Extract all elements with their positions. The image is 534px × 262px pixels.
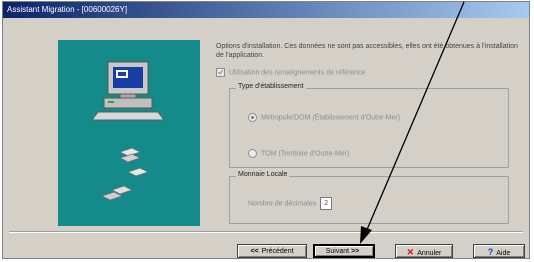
- cancel-label: Annuler: [417, 250, 442, 257]
- migration-assistant-window: Assistant Migration - [00600026Y] Option…: [2, 1, 530, 259]
- next-button[interactable]: Suivant >>: [313, 244, 375, 258]
- local-currency-group: Monnaie Locale Nombre de décimales 2: [229, 171, 509, 224]
- establishment-type-title: Type d'établissement: [236, 83, 306, 90]
- window-title: Assistant Migration - [00600026Y]: [3, 2, 529, 18]
- radio-metropole[interactable]: [248, 113, 257, 122]
- reference-data-checkbox-label: Utilisation des renseignements de référe…: [229, 69, 366, 77]
- radio-metropole-row[interactable]: Métropole/DOM (Établissement d'Outre-Mer…: [248, 113, 400, 122]
- establishment-type-group: Type d'établissement Métropole/DOM (Étab…: [229, 83, 509, 168]
- computer-migration-illustration: [58, 40, 200, 226]
- radio-tom-row[interactable]: TOM (Territoire d'Outre-Mer): [248, 149, 349, 158]
- next-label: Suivant: [325, 248, 350, 255]
- previous-button[interactable]: << Précédent: [237, 244, 307, 258]
- decimals-label: Nombre de décimales: [248, 200, 317, 208]
- help-label: Aide: [496, 250, 511, 257]
- transfer-arrows-icon: [100, 147, 150, 201]
- radio-tom-label: TOM (Territoire d'Outre-Mer): [261, 150, 350, 158]
- cancel-button[interactable]: ✕ Annuler: [395, 244, 453, 258]
- help-button[interactable]: ? Aide: [473, 244, 525, 258]
- previous-label: Précédent: [261, 248, 294, 255]
- decimals-row: Nombre de décimales 2: [248, 197, 333, 210]
- next-icon: >>: [351, 248, 360, 255]
- help-question-icon: ?: [487, 247, 494, 257]
- reference-data-checkbox[interactable]: [216, 68, 225, 77]
- computer-icon: [91, 61, 165, 201]
- local-currency-title: Monnaie Locale: [236, 171, 290, 178]
- radio-tom[interactable]: [248, 149, 257, 158]
- footer-separator: [9, 231, 523, 233]
- reference-data-checkbox-row[interactable]: Utilisation des renseignements de référe…: [216, 68, 526, 80]
- decimals-input[interactable]: 2: [320, 197, 333, 210]
- cancel-x-icon: ✕: [406, 247, 415, 257]
- previous-icon: <<: [250, 248, 259, 255]
- radio-metropole-label: Métropole/DOM (Établissement d'Outre-Mer…: [261, 114, 401, 122]
- intro-text: Options d'installation. Ces données ne s…: [216, 43, 518, 59]
